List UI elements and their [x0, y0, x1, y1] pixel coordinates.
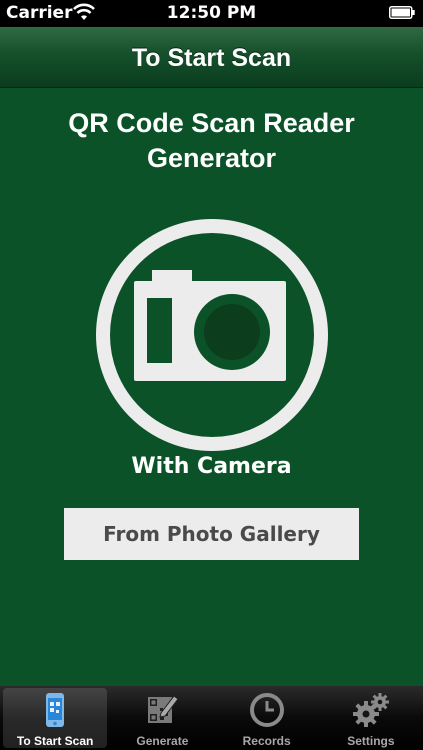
qr-pencil-icon	[148, 695, 180, 723]
tab-label: Generate	[136, 734, 189, 748]
tab-label: Settings	[347, 734, 395, 748]
page-title: To Start Scan	[131, 44, 292, 72]
camera-scan-button[interactable]	[92, 215, 332, 455]
photo-gallery-button[interactable]: From Photo Gallery	[64, 508, 359, 560]
phone-icon	[46, 693, 65, 727]
tab-label: Records	[242, 734, 291, 748]
tab-to-start-scan[interactable]: To Start Scan	[3, 688, 108, 748]
tab-settings[interactable]: Settings	[319, 686, 423, 750]
clock-icon	[249, 693, 284, 727]
camera-label: With Camera	[131, 454, 292, 479]
navigation-bar: To Start Scan	[0, 27, 423, 88]
gears-icon	[352, 693, 389, 727]
app-title: QR Code Scan Reader Generator	[0, 106, 423, 176]
tab-label: To Start Scan	[16, 734, 94, 748]
clock-time: 12:50 PM	[166, 3, 257, 23]
tab-bar: To Start Scan Generate Records Settings	[0, 686, 423, 750]
status-bar: Carrier 12:50 PM	[0, 0, 423, 27]
tab-records[interactable]: Records	[215, 686, 319, 750]
tab-generate[interactable]: Generate	[110, 686, 214, 750]
battery-icon	[389, 6, 415, 19]
app-title-line-1: QR Code Scan Reader	[68, 108, 355, 138]
app-title-line-2: Generator	[146, 143, 277, 173]
main-content: QR Code Scan Reader Generator With Camer…	[0, 88, 423, 686]
camera-icon	[134, 270, 286, 381]
